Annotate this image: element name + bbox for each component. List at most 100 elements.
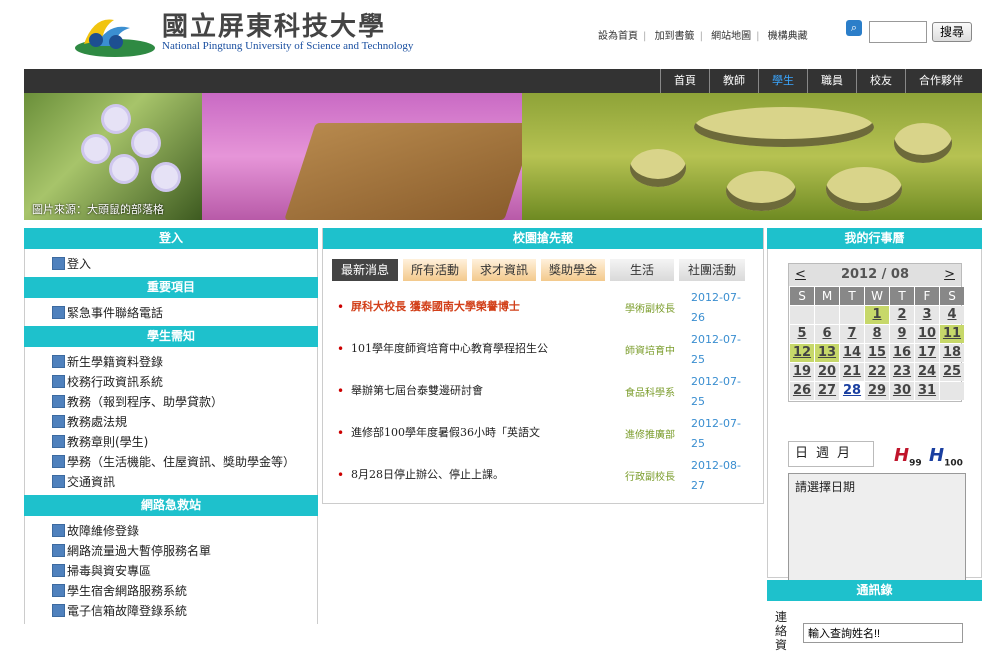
sitemap-link[interactable]: 網站地圖 [711, 31, 751, 42]
bullet-icon [52, 474, 65, 488]
calendar-day[interactable]: 26 [790, 382, 814, 400]
top-links: 設為首頁 | 加到書籤 | 網站地圖 | 機構典藏 [598, 31, 808, 42]
calendar-day[interactable]: 23 [890, 363, 914, 381]
calendar-day[interactable]: 17 [915, 344, 939, 362]
campus-news-title: 校園搶先報 [323, 228, 763, 249]
search-input[interactable] [869, 21, 927, 43]
tab-clubs[interactable]: 社團活動 [679, 259, 745, 281]
calendar-day[interactable]: 7 [840, 325, 864, 343]
search-icon[interactable]: ⌕ [846, 20, 862, 36]
repository-link[interactable]: 機構典藏 [768, 31, 808, 42]
calendar-weekday: W [865, 287, 889, 305]
tab-jobs[interactable]: 求才資訊 [472, 259, 536, 281]
network-link[interactable]: 故障維修登錄 [52, 520, 317, 540]
network-link[interactable]: 掃毒與資安專區 [52, 560, 317, 580]
calendar-day[interactable]: 10 [915, 325, 939, 343]
calendar-day[interactable]: 6 [815, 325, 839, 343]
news-item[interactable]: • 8月28日停止辦公、停止上課。 行政副校長 2012-08-27 [337, 459, 757, 506]
network-link[interactable]: 學生宿舍網路服務系統 [52, 580, 317, 600]
login-link[interactable]: 登入 [52, 253, 317, 273]
calendar-day[interactable]: 19 [790, 363, 814, 381]
calendar-day[interactable]: 4 [940, 306, 964, 324]
network-section: 故障維修登錄 網路流量過大暫停服務名單 掃毒與資安專區 學生宿舍網路服務系統 電… [24, 516, 318, 624]
calendar-day[interactable]: 30 [890, 382, 914, 400]
calendar-day[interactable]: 24 [915, 363, 939, 381]
student-link[interactable]: 教務處法規 [52, 411, 317, 431]
bookmark-link[interactable]: 加到書籤 [655, 31, 695, 42]
calendar-weekday: T [840, 287, 864, 305]
calendar-day[interactable]: 18 [940, 344, 964, 362]
calendar-day[interactable]: 20 [815, 363, 839, 381]
contacts-label: 連絡資 [775, 610, 788, 652]
news-date: 2012-07-25 [691, 417, 741, 450]
network-link[interactable]: 電子信箱故障登錄系統 [52, 600, 317, 620]
view-month-tab[interactable]: 月 [837, 446, 850, 461]
calendar-day[interactable]: 31 [915, 382, 939, 400]
calendar-weekday: M [815, 287, 839, 305]
calendar-day[interactable]: 1 [865, 306, 889, 324]
student-link[interactable]: 教務（報到程序、助學貸款） [52, 391, 317, 411]
calendar-day[interactable]: 9 [890, 325, 914, 343]
calendar-day[interactable]: 2 [890, 306, 914, 324]
student-link[interactable]: 校務行政資訊系統 [52, 371, 317, 391]
tab-life[interactable]: 生活 [610, 259, 674, 281]
calendar-day[interactable]: 21 [840, 363, 864, 381]
student-link[interactable]: 學務（生活機能、住屋資訊、獎助學金等） [52, 451, 317, 471]
set-homepage-link[interactable]: 設為首頁 [598, 31, 638, 42]
main-nav: 首頁 教師 學生 職員 校友 合作夥伴 [24, 69, 982, 93]
calendar-day[interactable]: 28 [840, 382, 864, 400]
bullet-icon [52, 523, 65, 537]
calendar-day[interactable]: 29 [865, 382, 889, 400]
view-week-tab[interactable]: 週 [816, 446, 829, 461]
news-date: 2012-07-25 [691, 375, 741, 408]
calendar-day[interactable]: 12 [790, 344, 814, 362]
news-title[interactable]: 101學年度師資培育中心教育學程招生公 [351, 340, 548, 356]
news-title[interactable]: 進修部100學年度暑假36小時「英語文 [351, 424, 540, 440]
calendar-day[interactable]: 13 [815, 344, 839, 362]
right-sidebar: 我的行事曆 < 2012 / 08 > S M T W T F S 1 2 3 4 5 6 7 8 9 10 11… [767, 228, 982, 652]
nav-teachers[interactable]: 教師 [709, 69, 758, 93]
network-link[interactable]: 網路流量過大暫停服務名單 [52, 540, 317, 560]
calendar-day[interactable]: 8 [865, 325, 889, 343]
student-link[interactable]: 教務章則(學生) [52, 431, 317, 451]
bullet-icon [52, 374, 65, 388]
news-title[interactable]: 屏科大校長 獲泰國南大學榮譽博士 [351, 298, 520, 314]
student-link[interactable]: 新生學籍資料登錄 [52, 351, 317, 371]
calendar-day[interactable]: 22 [865, 363, 889, 381]
bullet-icon [52, 563, 65, 577]
tab-scholarships[interactable]: 獎助學金 [541, 259, 605, 281]
nav-partners[interactable]: 合作夥伴 [905, 69, 976, 93]
holiday-100-icon[interactable]: H100 [929, 445, 963, 469]
calendar-day[interactable]: 27 [815, 382, 839, 400]
tab-all-events[interactable]: 所有活動 [403, 259, 467, 281]
nav-alumni[interactable]: 校友 [856, 69, 905, 93]
holiday-99-icon[interactable]: H99 [894, 445, 922, 469]
calendar-day[interactable]: 11 [940, 325, 964, 343]
nav-students[interactable]: 學生 [758, 69, 807, 93]
school-name-en: National Pingtung University of Science … [162, 40, 414, 52]
calendar-day[interactable]: 16 [890, 344, 914, 362]
calendar-day[interactable]: 14 [840, 344, 864, 362]
nav-home[interactable]: 首頁 [660, 69, 709, 93]
news-dept: 學術副校長 [625, 304, 675, 315]
calendar-day[interactable]: 5 [790, 325, 814, 343]
news-title[interactable]: 8月28日停止辦公、停止上課。 [351, 466, 504, 482]
next-month-button[interactable]: > [944, 264, 955, 286]
news-title[interactable]: 舉辦第七屆台泰雙邊研討會 [351, 382, 483, 398]
view-day-tab[interactable]: 日 [795, 446, 808, 461]
banner-stones [522, 93, 982, 220]
university-logo[interactable] [74, 6, 156, 58]
banner-bench [202, 93, 536, 220]
calendar-day[interactable]: 15 [865, 344, 889, 362]
calendar-weekday: F [915, 287, 939, 305]
search-button[interactable]: 搜尋 [932, 22, 972, 42]
prev-month-button[interactable]: < [795, 264, 806, 286]
calendar-day[interactable]: 3 [915, 306, 939, 324]
calendar-day[interactable]: 25 [940, 363, 964, 381]
student-link[interactable]: 交通資訊 [52, 471, 317, 491]
calendar-note-box: 請選擇日期 [788, 473, 966, 595]
tab-latest-news[interactable]: 最新消息 [332, 259, 398, 281]
contacts-search-input[interactable] [803, 623, 963, 643]
nav-staff[interactable]: 職員 [807, 69, 856, 93]
emergency-contact-link[interactable]: 緊急事件聯絡電話 [52, 302, 317, 322]
